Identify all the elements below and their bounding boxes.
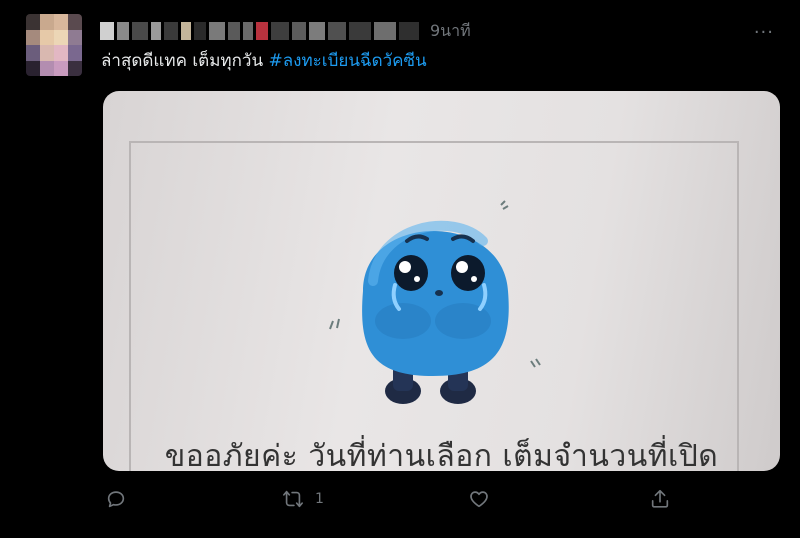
tweet-header: 9นาที — [100, 16, 471, 46]
reply-button[interactable] — [105, 488, 137, 510]
tweet-timestamp[interactable]: 9นาที — [430, 19, 471, 44]
retweet-count: 1 — [315, 491, 324, 507]
retweet-button[interactable]: 1 — [281, 488, 324, 510]
tweet-text: ล่าสุดดีแทค เต็มทุกวัน #ลงทะเบียนฉีดวัคซ… — [101, 48, 427, 74]
reply-icon — [107, 491, 125, 508]
hashtag-link[interactable]: #ลงทะเบียนฉีดวัคซีน — [269, 51, 427, 71]
avatar[interactable] — [26, 14, 82, 76]
like-button[interactable] — [467, 488, 501, 510]
redacted-username[interactable] — [100, 20, 422, 42]
more-options-icon[interactable]: ··· — [754, 22, 774, 43]
share-icon — [651, 489, 669, 508]
heart-icon — [470, 491, 488, 508]
crying-mascot-illustration — [329, 200, 541, 404]
tweet-text-plain: ล่าสุดดีแทค เต็มทุกวัน — [101, 51, 269, 71]
tweet: 9นาที ··· ล่าสุดดีแทค เต็มทุกวัน #ลงทะเบ… — [0, 0, 800, 538]
media-caption: ขออภัยค่ะ วันที่ท่านเลือก เต็มจำนวนที่เป… — [164, 439, 719, 471]
tweet-actions: 1 — [101, 488, 681, 516]
share-button[interactable] — [649, 488, 681, 510]
tweet-media-image[interactable]: ขออภัยค่ะ วันที่ท่านเลือก เต็มจำนวนที่เป… — [103, 91, 780, 471]
retweet-icon — [283, 490, 303, 508]
